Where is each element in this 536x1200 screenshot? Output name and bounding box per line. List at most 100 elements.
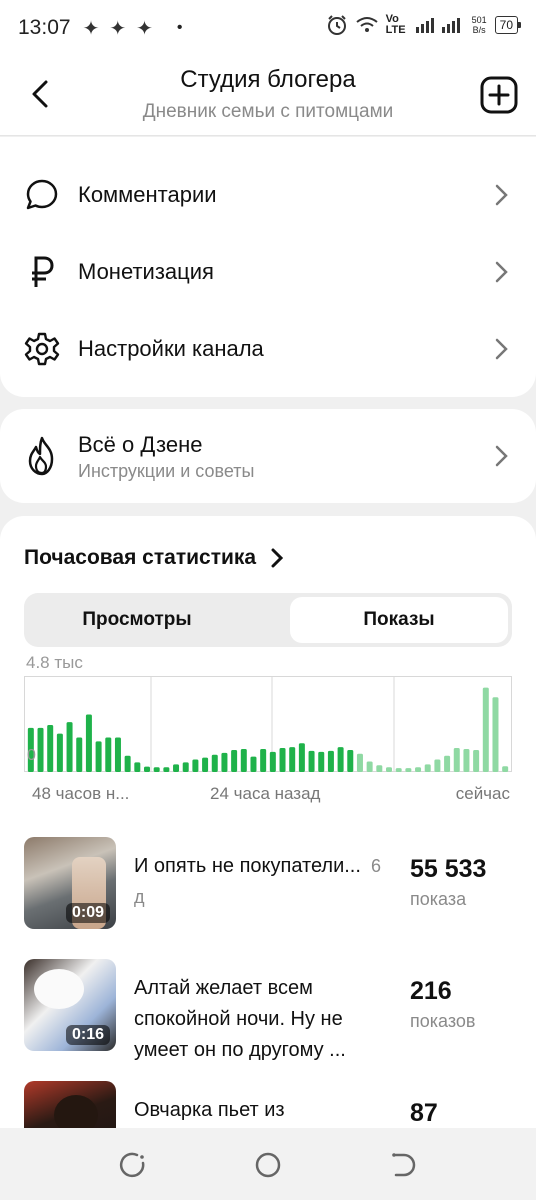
studio-menu: Комментарии Монетизация Настройки канала <box>0 137 536 397</box>
wifi-icon <box>355 17 378 32</box>
system-nav-bar <box>0 1128 536 1200</box>
x-axis-label: 24 часа назад <box>210 784 321 803</box>
chart-bar <box>66 722 73 772</box>
post-impressions-unit: показов <box>410 1011 476 1031</box>
chart-bar <box>347 749 354 772</box>
hourly-stats-card: Почасовая статистика Просмотры Показы 4.… <box>0 516 536 1173</box>
chart-bar <box>279 748 286 772</box>
recents-icon[interactable] <box>118 1150 148 1180</box>
network-type: Vo LTE <box>385 13 406 36</box>
chart-bar <box>144 766 150 772</box>
post-title: И опять не покупатели... 6 д <box>134 855 381 907</box>
about-zen-item[interactable]: Всё о Дзене Инструкции и советы <box>0 409 536 503</box>
post-thumbnail[interactable]: 0:16 <box>24 959 116 1051</box>
gear-icon <box>22 329 62 369</box>
video-duration: 0:16 <box>65 1025 110 1045</box>
post-impressions-count: 87 <box>410 1099 438 1127</box>
chart-bar <box>114 737 121 772</box>
post-impressions-count: 216 <box>410 977 452 1005</box>
chart-bars <box>27 687 509 773</box>
metric-toggle: Просмотры Показы <box>24 593 512 647</box>
menu-item-label: Комментарии <box>78 182 217 207</box>
chart-bar <box>173 764 180 772</box>
alarm-icon <box>327 15 346 35</box>
y-axis-max-label: 4.8 тыс <box>26 653 83 672</box>
chart-bar <box>327 750 334 772</box>
zen-subtitle: Инструкции и советы <box>78 461 255 481</box>
chart-bar <box>124 755 131 772</box>
chevron-right-icon <box>271 548 284 568</box>
back-nav-icon[interactable] <box>388 1150 418 1180</box>
chart-bar <box>337 747 344 772</box>
x-axis-label: 48 часов н... <box>32 784 130 803</box>
battery-icon: 70 <box>494 16 522 34</box>
home-icon[interactable] <box>253 1150 283 1180</box>
chart-bar <box>163 767 170 772</box>
chart-bar <box>231 749 238 772</box>
chart-bar <box>463 749 470 772</box>
chart-bar <box>395 768 402 772</box>
chart-bar <box>269 751 276 773</box>
zen-title: Всё о Дзене <box>78 432 203 457</box>
chart-bar <box>95 741 102 772</box>
menu-item-channel-settings[interactable]: Настройки канала <box>0 311 536 387</box>
status-indicators: Vo LTE 501 B/s 70 <box>326 13 522 36</box>
chart-bar <box>76 737 83 772</box>
video-duration: 0:09 <box>65 903 110 923</box>
chart-bar <box>318 751 325 773</box>
chart-bar <box>202 757 209 773</box>
chart-bar <box>453 748 460 772</box>
post-thumbnail[interactable]: 0:09 <box>24 837 116 929</box>
chevron-right-icon <box>495 338 508 360</box>
menu-item-monetization[interactable]: Монетизация <box>0 234 536 310</box>
post-title: Овчарка пьет из <box>134 1099 285 1121</box>
chart-bar <box>405 768 412 772</box>
chart-bar <box>434 759 441 772</box>
chevron-right-icon <box>495 184 508 206</box>
flame-icon <box>22 435 62 482</box>
chart-bar <box>298 743 305 772</box>
chart-bar <box>376 765 383 772</box>
chart-bar <box>366 761 373 772</box>
notification-sparkle-icons: ✦✦✦ <box>82 17 163 40</box>
net-speed: 501 B/s <box>471 15 487 35</box>
notification-dot-icon: • <box>176 19 183 36</box>
menu-item-comments[interactable]: Комментарии <box>0 157 536 233</box>
menu-item-label: Монетизация <box>78 259 214 284</box>
chart-bar <box>473 749 480 772</box>
chart-bar <box>85 714 92 772</box>
ruble-icon <box>22 252 62 292</box>
chart-bar <box>356 753 363 772</box>
chart-bar <box>308 750 315 772</box>
post-title: Алтай желает всем спокойной ночи. Ну не … <box>134 977 346 1061</box>
signal-icon <box>415 18 460 33</box>
post-item[interactable]: 0:16 Алтай желает всем спокойной ночи. Н… <box>0 959 536 1061</box>
chart-bar <box>289 747 296 772</box>
chart-bar <box>134 762 141 772</box>
chart-bar <box>492 697 499 772</box>
thumbnail-object <box>34 969 84 1009</box>
page-title: Студия блогера <box>180 66 356 93</box>
add-content-button[interactable] <box>480 76 518 114</box>
stats-title: Почасовая статистика <box>24 546 257 569</box>
chart-bar <box>153 767 160 772</box>
status-time: 13:07 <box>18 16 71 39</box>
chart-bar <box>47 725 54 772</box>
status-bar: 13:07 ✦✦✦ • Vo LTE 501 B/s 70 <box>0 0 536 56</box>
chart-bar <box>250 756 257 772</box>
chart-bar <box>56 733 63 772</box>
tab-impressions[interactable]: Показы <box>290 597 508 643</box>
chart-bar <box>415 767 422 772</box>
chart-bar <box>221 752 228 772</box>
chart-bar <box>386 767 392 772</box>
tab-views[interactable]: Просмотры <box>28 597 246 643</box>
chart-bar <box>211 754 218 772</box>
hourly-stats-header[interactable]: Почасовая статистика <box>24 546 284 570</box>
chart-bar <box>424 764 431 772</box>
post-item[interactable]: 0:09 И опять не покупатели... 6 д 55 533 … <box>0 837 536 937</box>
chart-bar <box>182 762 189 772</box>
chart-bar <box>482 687 489 772</box>
chart-bar <box>37 727 44 772</box>
chart-bar <box>240 749 247 772</box>
post-impressions-count: 55 533 <box>410 855 487 883</box>
